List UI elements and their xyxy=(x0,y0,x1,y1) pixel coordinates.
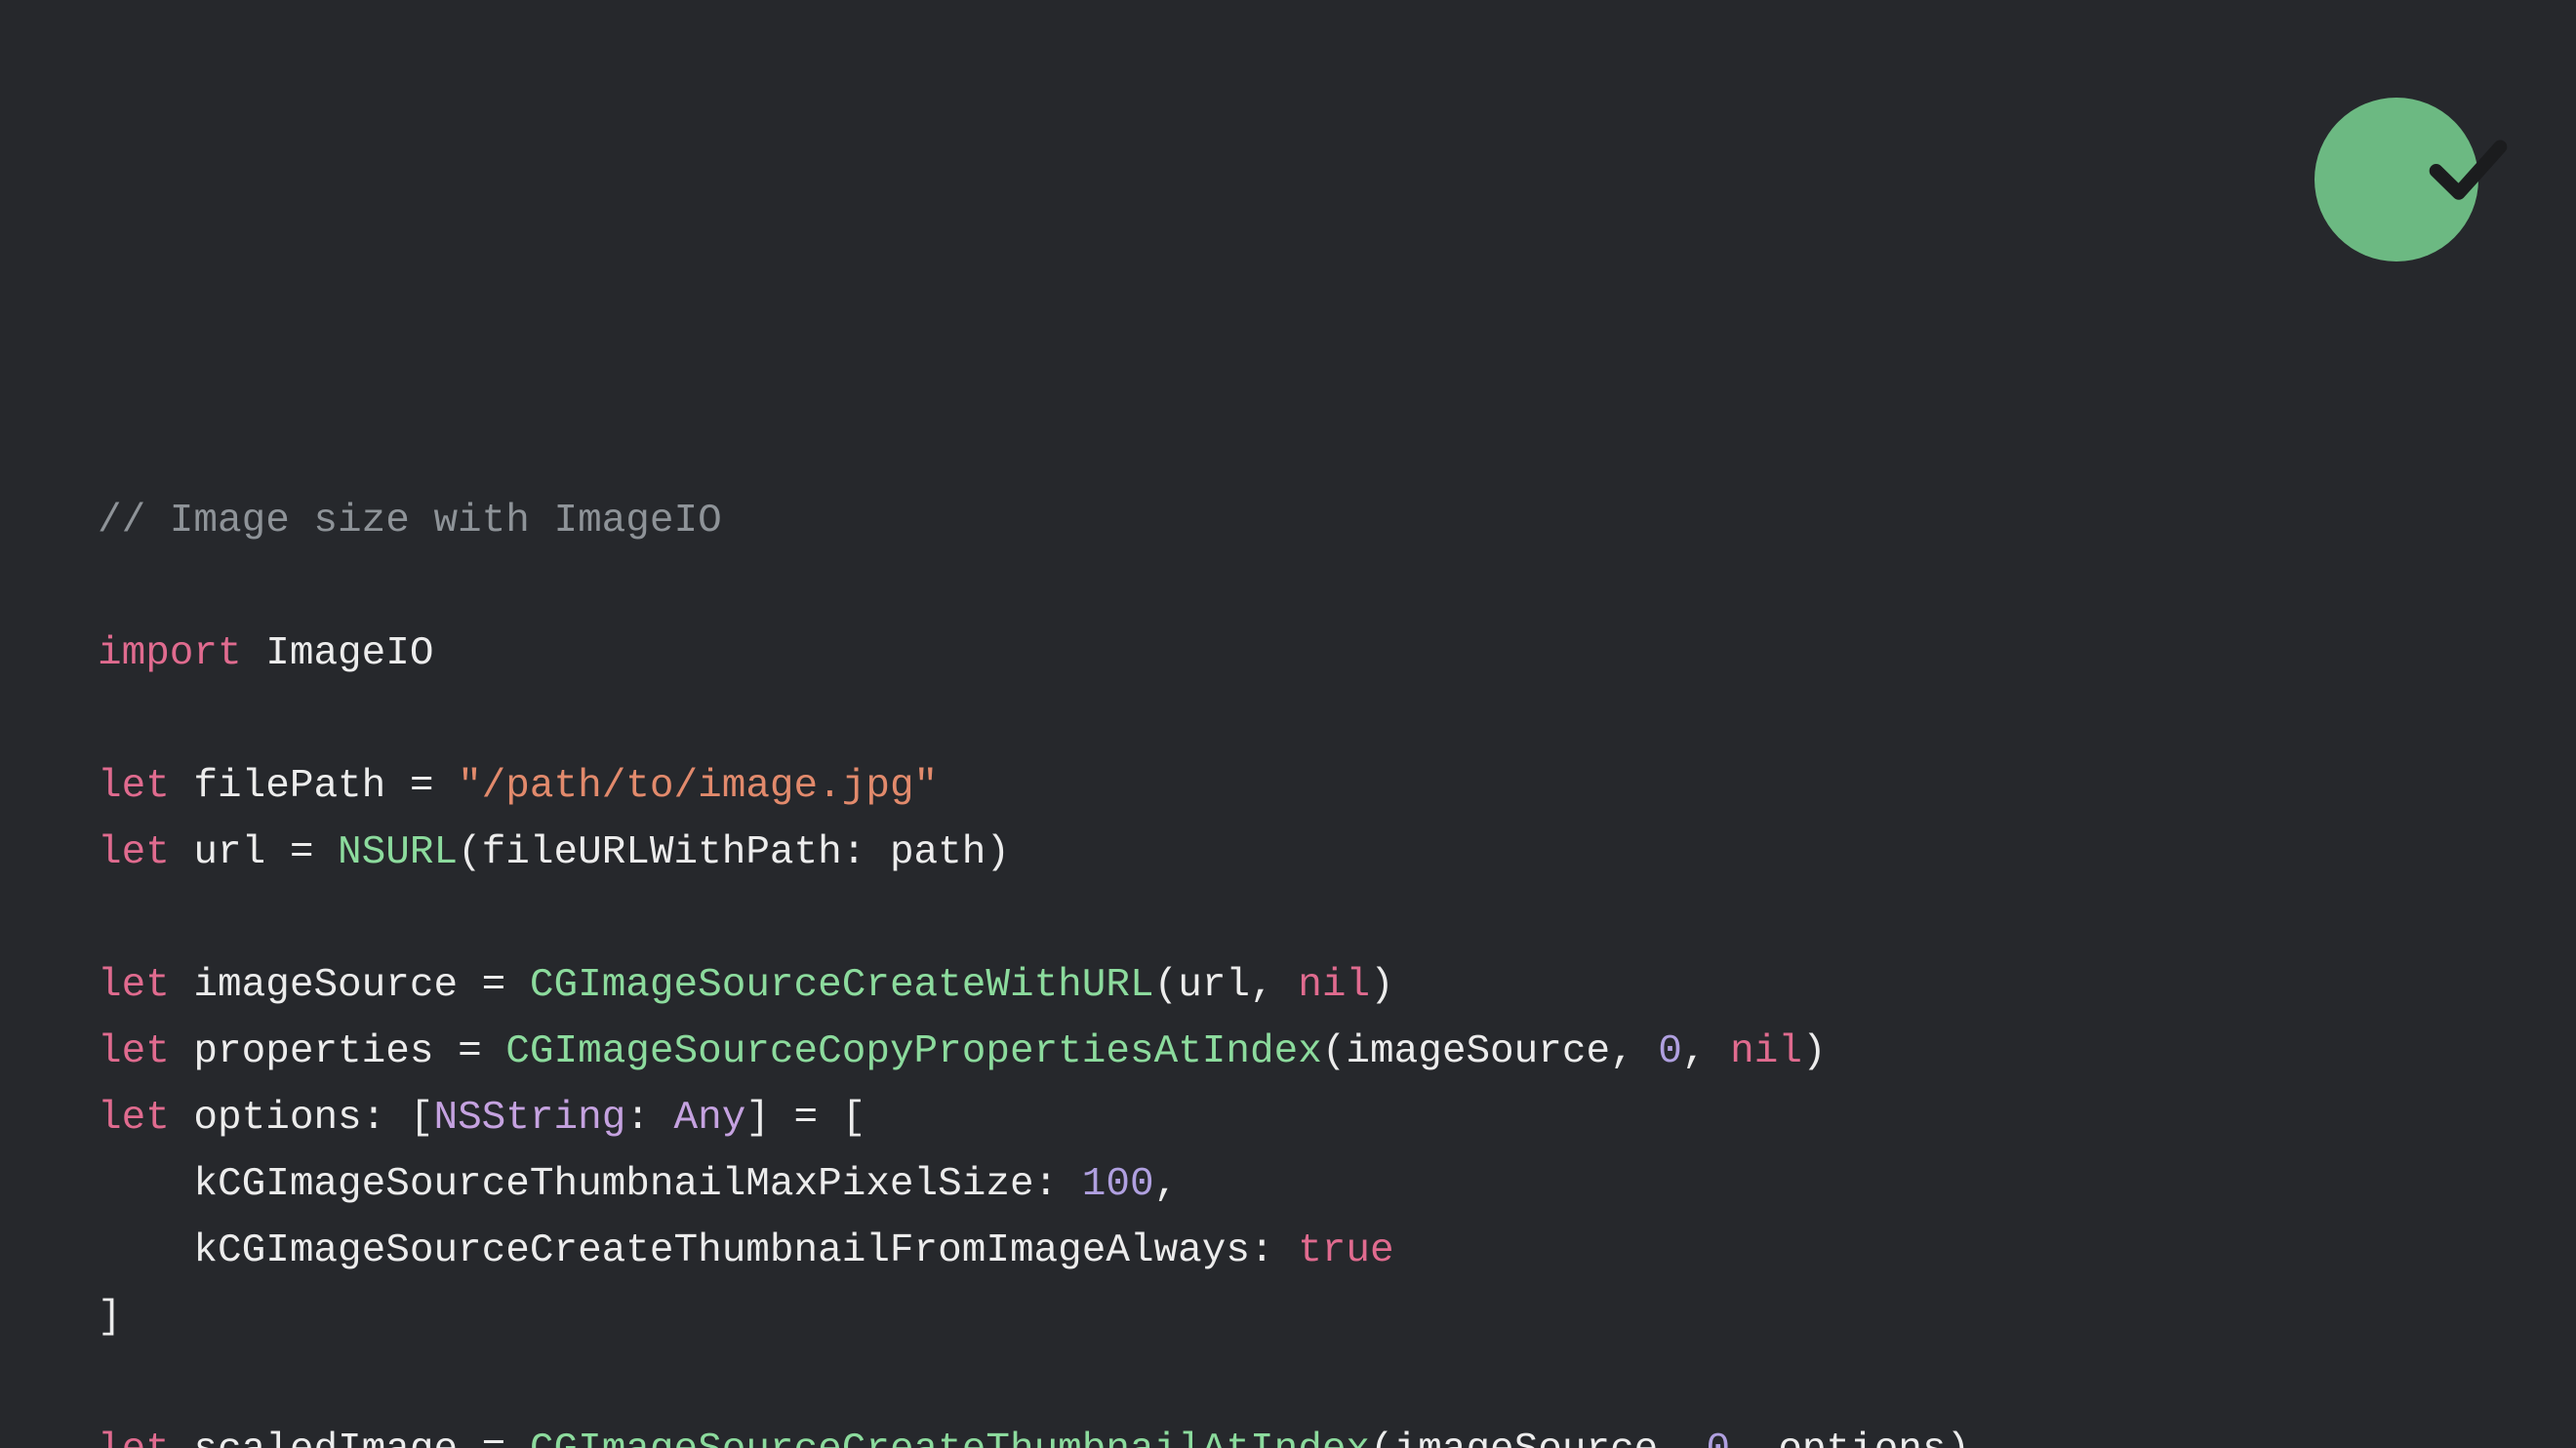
close-bracket: ] xyxy=(98,1295,122,1340)
code-block: // Image size with ImageIO import ImageIO… xyxy=(98,488,2478,1448)
status-badge xyxy=(2314,98,2478,261)
ident-filePath: filePath xyxy=(193,764,385,809)
kw-let: let xyxy=(98,1096,170,1141)
kw-let: let xyxy=(98,1029,170,1074)
fn-CGImageSourceCreateThumbnailAtIndex: CGImageSourceCreateThumbnailAtIndex xyxy=(530,1428,1370,1448)
ident-options: options xyxy=(193,1096,361,1141)
type-Any: Any xyxy=(674,1096,746,1141)
kw-true: true xyxy=(1298,1228,1393,1273)
module-name: ImageIO xyxy=(265,631,433,676)
code-slide: // Image size with ImageIO import ImageIO… xyxy=(0,0,2576,1448)
code-comment: // Image size with ImageIO xyxy=(98,499,722,543)
type-NSString: NSString xyxy=(433,1096,625,1141)
type-NSURL: NSURL xyxy=(338,830,458,875)
checkmark-icon xyxy=(2274,50,2520,308)
fn-CGImageSourceCreateWithURL: CGImageSourceCreateWithURL xyxy=(530,963,1154,1008)
fn-CGImageSourceCopyPropertiesAtIndex: CGImageSourceCopyPropertiesAtIndex xyxy=(505,1029,1322,1074)
ident-imageSource: imageSource xyxy=(193,963,458,1008)
kw-import: import xyxy=(98,631,242,676)
ident-scaledImage: scaledImage xyxy=(193,1428,458,1448)
string-literal: "/path/to/image.jpg" xyxy=(458,764,938,809)
kw-let: let xyxy=(98,764,170,809)
dict-key-1: kCGImageSourceThumbnailMaxPixelSize: xyxy=(98,1162,1082,1207)
dict-key-2: kCGImageSourceCreateThumbnailFromImageAl… xyxy=(98,1228,1298,1273)
ident-properties: properties xyxy=(193,1029,433,1074)
num-0: 0 xyxy=(1658,1029,1682,1074)
kw-let: let xyxy=(98,1428,170,1448)
kw-nil: nil xyxy=(1298,963,1370,1008)
kw-let: let xyxy=(98,830,170,875)
num-100: 100 xyxy=(1082,1162,1154,1207)
nsurl-args: (fileURLWithPath: path) xyxy=(458,830,1010,875)
kw-let: let xyxy=(98,963,170,1008)
kw-nil: nil xyxy=(1730,1029,1802,1074)
ident-url: url xyxy=(193,830,265,875)
num-0: 0 xyxy=(1707,1428,1731,1448)
